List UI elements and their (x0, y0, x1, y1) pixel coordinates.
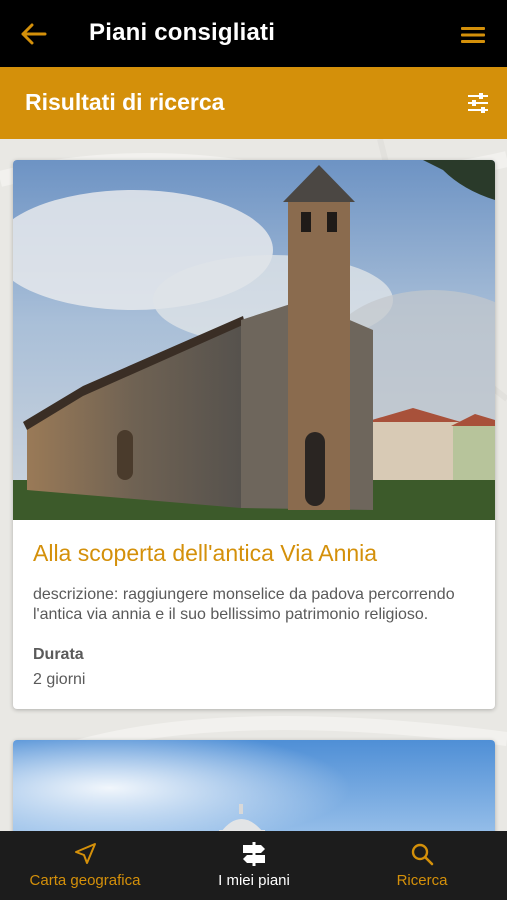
nav-label-search: Ricerca (396, 872, 448, 889)
bottom-navigation: Carta geografica I miei piani Ricerca (0, 831, 507, 900)
plan-title[interactable]: Alla scoperta dell'antica Via Annia (33, 540, 377, 567)
church-photo (13, 160, 495, 520)
plan-description: descrizione: raggiungere monselice da pa… (33, 586, 455, 623)
duration-value: 2 giorni (33, 671, 86, 688)
results-header: Risultati di ricerca (0, 67, 507, 139)
signpost-icon (240, 841, 268, 867)
sliders-filter-icon[interactable] (463, 89, 493, 117)
app-bar: Piani consigliati (0, 0, 507, 67)
hamburger-menu-icon[interactable] (457, 22, 489, 48)
page-title: Piani consigliati (89, 19, 276, 46)
nav-label-map: Carta geografica (29, 872, 141, 889)
results-title: Risultati di ricerca (25, 89, 225, 115)
back-arrow-icon[interactable] (18, 20, 50, 48)
nav-tab-my-plans[interactable]: I miei piani (200, 831, 308, 900)
nav-label-my-plans: I miei piani (218, 872, 290, 889)
duration-label: Durata (33, 646, 84, 663)
nav-tab-map[interactable]: Carta geografica (20, 831, 150, 900)
navigation-arrow-icon (71, 841, 99, 867)
search-icon (408, 841, 436, 867)
nav-tab-search[interactable]: Ricerca (380, 831, 464, 900)
plan-card[interactable]: Alla scoperta dell'antica Via Annia desc… (13, 160, 495, 709)
